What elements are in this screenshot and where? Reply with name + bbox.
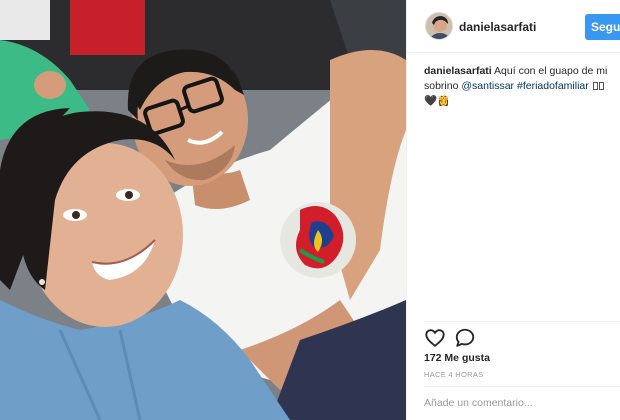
avatar-image — [426, 13, 452, 39]
follow-button[interactable]: Seguir — [585, 14, 620, 40]
caption-author[interactable]: danielasarfati — [424, 65, 492, 77]
caption-mention[interactable]: @santissar — [461, 80, 514, 92]
heart-outline-icon[interactable] — [424, 327, 446, 349]
post-timestamp[interactable]: HACE 4 HORAS — [424, 370, 483, 379]
speech-bubble-icon[interactable] — [454, 327, 476, 349]
post-side-panel: danielasarfati Seguir danielasarfati Aqu… — [406, 0, 620, 420]
likes-count[interactable]: 172 Me gusta — [424, 352, 490, 364]
caption-emoji: 🖤👸 — [424, 95, 451, 107]
comment-input[interactable] — [424, 396, 614, 410]
missing-glyph-icon — [592, 82, 598, 90]
caption-hashtag[interactable]: #feriadofamiliar — [517, 80, 589, 92]
missing-glyph-icon — [598, 82, 604, 90]
divider — [424, 386, 620, 387]
avatar[interactable] — [425, 12, 453, 40]
header-username[interactable]: danielasarfati — [459, 20, 536, 34]
selfie-image — [0, 0, 406, 420]
divider — [424, 321, 620, 322]
post-photo[interactable] — [0, 0, 406, 420]
tshirt-logo — [280, 202, 356, 278]
post-header: danielasarfati Seguir — [407, 0, 620, 53]
post-caption: danielasarfati Aquí con el guapo de mi s… — [424, 64, 614, 109]
